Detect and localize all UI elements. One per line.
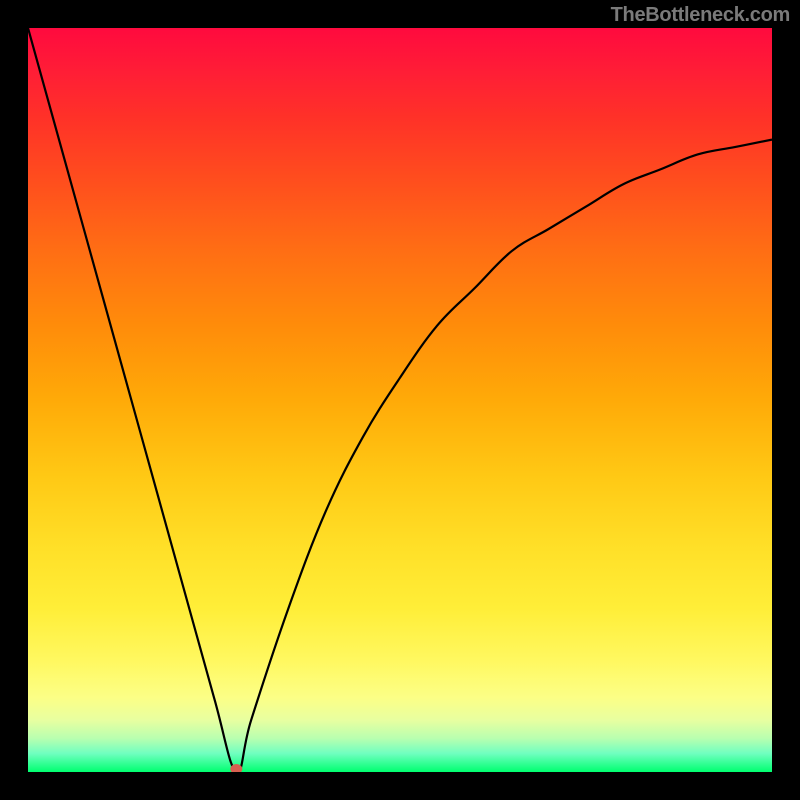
watermark-label: TheBottleneck.com: [611, 4, 790, 27]
plot-area: [28, 28, 772, 772]
bottleneck-curve: [28, 28, 772, 772]
chart-svg: [28, 28, 772, 772]
chart-container: TheBottleneck.com: [0, 0, 800, 800]
